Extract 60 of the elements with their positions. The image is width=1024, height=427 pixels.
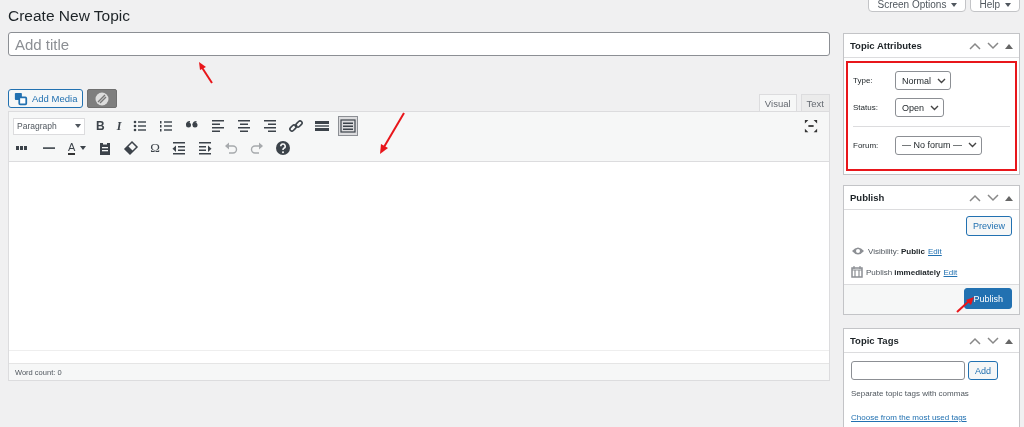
collapse-icon[interactable]: [1005, 337, 1013, 344]
edit-link[interactable]: Edit: [928, 246, 942, 256]
panel-title: Publish: [850, 192, 885, 203]
field-label: Status:: [853, 103, 879, 112]
format-dropdown[interactable]: Paragraph: [13, 117, 85, 135]
add-media-button[interactable]: Add Media: [8, 89, 84, 108]
publish-time: immediately: [894, 267, 941, 277]
field-label: Type:: [853, 76, 874, 85]
select-field[interactable]: — No forum —: [895, 135, 982, 155]
annotation-arrow: [379, 112, 405, 154]
special-character-button[interactable]: Ω: [147, 140, 163, 156]
annotation-arrow: [198, 62, 214, 84]
chevron-down-icon: [968, 142, 977, 148]
title-field[interactable]: Add title: [8, 32, 830, 56]
preview-button[interactable]: Preview: [966, 216, 1012, 236]
most-used-tags-link[interactable]: Choose from the most used tags: [851, 413, 967, 422]
edit-link[interactable]: Edit: [943, 267, 958, 277]
calendar-icon: [851, 266, 863, 278]
visibility-value: Public: [901, 246, 925, 256]
bold-button[interactable]: B: [93, 119, 108, 133]
caret-icon: [1005, 2, 1011, 7]
panel-title: Topic Tags: [850, 335, 899, 346]
screen-tab-button[interactable]: Help: [970, 0, 1020, 12]
caret-icon: [80, 146, 87, 150]
chevron-down-icon: [937, 77, 946, 84]
visibility-label: Visibility:: [868, 246, 899, 256]
circle-icon: [94, 90, 111, 107]
move-down-icon[interactable]: [987, 41, 999, 50]
select-field[interactable]: Normal: [895, 71, 951, 90]
publish-label: Publish: [866, 267, 893, 277]
page-title: Create New Topic: [8, 7, 132, 25]
publish-button[interactable]: Publish: [964, 288, 1012, 309]
select-field[interactable]: Open: [895, 98, 945, 117]
add-tag-button[interactable]: Add: [968, 361, 998, 380]
caret-icon: [75, 124, 81, 128]
move-up-icon[interactable]: [969, 336, 981, 345]
tag-field[interactable]: [851, 361, 965, 380]
toolbar-toggle-icon[interactable]: [338, 116, 359, 136]
form-button[interactable]: [87, 89, 118, 108]
screen-tab-button[interactable]: Screen Options: [868, 0, 967, 12]
panel-title: Topic Attributes: [850, 40, 922, 51]
move-up-icon[interactable]: [969, 41, 981, 50]
chevron-down-icon: [930, 104, 940, 111]
text-color-button[interactable]: A: [65, 141, 90, 155]
move-up-icon[interactable]: [969, 193, 981, 202]
editor-tab[interactable]: Visual: [758, 94, 797, 111]
eye-icon: [851, 246, 865, 256]
italic-button[interactable]: I: [113, 118, 125, 134]
tags-hint: Separate topic tags with commas: [851, 389, 970, 398]
media-icon: [14, 91, 28, 106]
caret-icon: [951, 2, 958, 7]
editor-tab[interactable]: Text: [800, 94, 830, 111]
collapse-icon[interactable]: [1005, 42, 1013, 49]
collapse-icon[interactable]: [1005, 194, 1013, 201]
move-down-icon[interactable]: [987, 193, 999, 202]
annotation-arrow: [956, 297, 974, 313]
field-label: Forum:: [853, 140, 880, 150]
help-icon[interactable]: [273, 138, 293, 158]
fullscreen-icon[interactable]: [802, 117, 820, 135]
move-down-icon[interactable]: [987, 336, 999, 345]
